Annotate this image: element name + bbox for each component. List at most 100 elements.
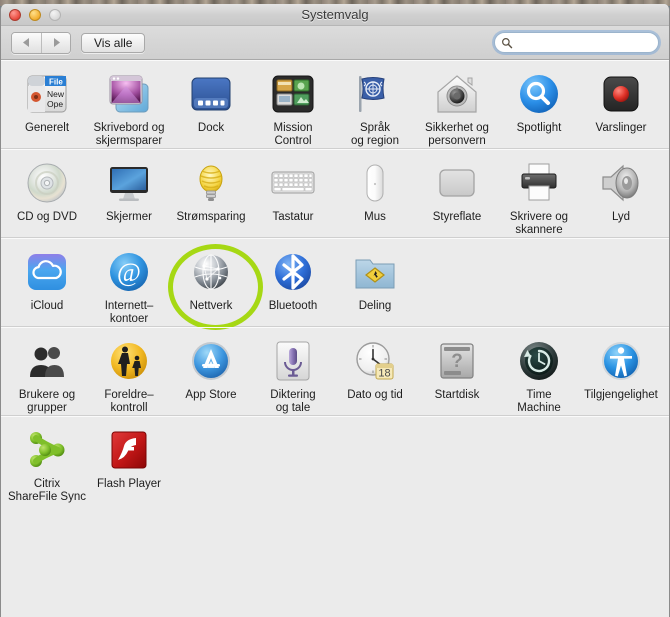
- search-container: [494, 32, 659, 53]
- search-field[interactable]: [494, 32, 659, 53]
- pref-pane-diktering[interactable]: Diktering og tale: [252, 327, 334, 415]
- pane-row-items: Brukere og grupper Foreldre– kontroll App …: [1, 327, 669, 415]
- system-preferences-window: Systemvalg Vis alle File New Ope Generel…: [0, 4, 670, 617]
- notifications-icon: [597, 70, 645, 118]
- pref-pane-internett-kontoer[interactable]: @ Internett– kontoer: [88, 238, 170, 326]
- pref-pane-label: Nettverk: [189, 300, 233, 312]
- network-icon: [187, 248, 235, 296]
- pref-pane-sprak-region[interactable]: Språk og region: [334, 60, 416, 148]
- pref-pane-label: Styreflate: [432, 211, 482, 223]
- pref-pane-nettverk[interactable]: Nettverk: [170, 238, 252, 326]
- pref-pane-skjermer[interactable]: Skjermer: [88, 149, 170, 237]
- pref-pane-dato-tid[interactable]: 18 Dato og tid: [334, 327, 416, 415]
- parental-controls-icon: [105, 337, 153, 385]
- pref-pane-stromsparing[interactable]: Strømsparing: [170, 149, 252, 237]
- dictation-speech-icon: [269, 337, 317, 385]
- spotlight-icon: [515, 70, 563, 118]
- pref-pane-app-store[interactable]: App Store: [170, 327, 252, 415]
- pref-pane-deling[interactable]: Deling: [334, 238, 416, 326]
- zoom-button[interactable]: [49, 9, 61, 21]
- pref-pane-label: Foreldre– kontroll: [104, 389, 154, 414]
- pref-pane-label: Språk og region: [351, 122, 399, 147]
- pref-pane-label: Strømsparing: [176, 211, 246, 223]
- pref-pane-label: Skjermer: [105, 211, 152, 223]
- svg-text:File: File: [49, 78, 63, 87]
- pref-pane-label: Dock: [197, 122, 225, 134]
- pref-pane-icloud[interactable]: iCloud: [6, 238, 88, 326]
- pref-pane-label: Mission Control: [273, 122, 313, 147]
- sound-icon: [597, 159, 645, 207]
- mouse-icon: [351, 159, 399, 207]
- pref-pane-dock[interactable]: Dock: [170, 60, 252, 148]
- displays-icon: [105, 159, 153, 207]
- forward-arrow-icon: [53, 38, 60, 47]
- pref-pane-spotlight[interactable]: Spotlight: [498, 60, 580, 148]
- pref-pane-varslinger[interactable]: Varslinger: [580, 60, 662, 148]
- time-machine-icon: [515, 337, 563, 385]
- pane-row-items: File New Ope Generelt Skrivebord og skjerm…: [1, 60, 669, 148]
- security-privacy-icon: [433, 70, 481, 118]
- pref-pane-label: Skrivebord og skjermsparer: [93, 122, 165, 147]
- pref-pane-label: Startdisk: [434, 389, 480, 401]
- pref-pane-label: Diktering og tale: [270, 389, 316, 414]
- pref-pane-tilgjengelighet[interactable]: Tilgjengelighet: [580, 327, 662, 415]
- pref-pane-styreflate[interactable]: Styreflate: [416, 149, 498, 237]
- pref-pane-brukere[interactable]: Brukere og grupper: [6, 327, 88, 415]
- pref-pane-flash-player[interactable]: Flash Player: [88, 416, 170, 504]
- pref-pane-skrivebord[interactable]: Skrivebord og skjermsparer: [88, 60, 170, 148]
- pref-pane-sikkerhet[interactable]: Sikkerhet og personvern: [416, 60, 498, 148]
- pref-pane-startdisk[interactable]: ? Startdisk: [416, 327, 498, 415]
- pref-pane-label: iCloud: [30, 300, 64, 312]
- pref-pane-label: Time Machine: [517, 389, 561, 414]
- pane-row-system: Brukere og grupper Foreldre– kontroll App …: [1, 327, 669, 416]
- pref-pane-label: Spotlight: [516, 122, 562, 134]
- pref-pane-label: Brukere og grupper: [18, 389, 76, 414]
- pane-row-items: Citrix ShareFile Sync Flash Player: [1, 416, 669, 504]
- search-input[interactable]: [516, 36, 651, 49]
- back-arrow-icon: [23, 38, 29, 47]
- svg-text:Ope: Ope: [47, 99, 63, 109]
- pref-pane-generelt[interactable]: File New Ope Generelt: [6, 60, 88, 148]
- window-controls: [9, 9, 61, 21]
- desktop-screensaver-icon: [105, 70, 153, 118]
- search-icon: [502, 37, 513, 48]
- pref-pane-label: Tastatur: [272, 211, 314, 223]
- pref-pane-tastatur[interactable]: Tastatur: [252, 149, 334, 237]
- pref-pane-cd-dvd[interactable]: CD og DVD: [6, 149, 88, 237]
- window-titlebar[interactable]: Systemvalg: [1, 4, 669, 26]
- pref-pane-label: CD og DVD: [16, 211, 78, 223]
- pane-row-personal: File New Ope Generelt Skrivebord og skjerm…: [1, 60, 669, 149]
- pref-pane-label: Varslinger: [595, 122, 647, 134]
- back-button[interactable]: [12, 32, 41, 53]
- startup-disk-icon: ?: [433, 337, 481, 385]
- preference-panes-grid: File New Ope Generelt Skrivebord og skjerm…: [1, 60, 669, 617]
- pref-pane-bluetooth[interactable]: Bluetooth: [252, 238, 334, 326]
- pref-pane-label: Mus: [364, 211, 386, 223]
- pref-pane-mission-control[interactable]: Mission Control: [252, 60, 334, 148]
- pref-pane-lyd[interactable]: Lyd: [580, 149, 662, 237]
- close-button[interactable]: [9, 9, 21, 21]
- pref-pane-skrivere[interactable]: Skrivere og skannere: [498, 149, 580, 237]
- pref-pane-label: Internett– kontoer: [104, 300, 154, 325]
- svg-text:@: @: [117, 258, 141, 287]
- pref-pane-foreldrekontroll[interactable]: Foreldre– kontroll: [88, 327, 170, 415]
- show-all-button[interactable]: Vis alle: [81, 32, 146, 53]
- general-icon: File New Ope: [23, 70, 71, 118]
- pref-pane-time-machine[interactable]: Time Machine: [498, 327, 580, 415]
- pane-row-items: iCloud @ Internett– kontoer Nettverk Bluet…: [1, 238, 669, 326]
- pane-row-hardware: CD og DVD Skjermer Strømsparing Tastatur: [1, 149, 669, 238]
- bluetooth-icon: [269, 248, 317, 296]
- trackpad-icon: [433, 159, 481, 207]
- window-title: Systemvalg: [301, 7, 369, 22]
- pane-row-items: CD og DVD Skjermer Strømsparing Tastatur: [1, 149, 669, 237]
- pref-pane-label: Lyd: [611, 211, 631, 223]
- pref-pane-citrix[interactable]: Citrix ShareFile Sync: [6, 416, 88, 504]
- date-time-icon: 18: [351, 337, 399, 385]
- pref-pane-label: Generelt: [24, 122, 70, 134]
- pane-row-internet: iCloud @ Internett– kontoer Nettverk Bluet…: [1, 238, 669, 330]
- pref-pane-mus[interactable]: Mus: [334, 149, 416, 237]
- minimize-button[interactable]: [29, 9, 41, 21]
- forward-button[interactable]: [41, 32, 70, 53]
- keyboard-icon: [269, 159, 317, 207]
- icloud-icon: [23, 248, 71, 296]
